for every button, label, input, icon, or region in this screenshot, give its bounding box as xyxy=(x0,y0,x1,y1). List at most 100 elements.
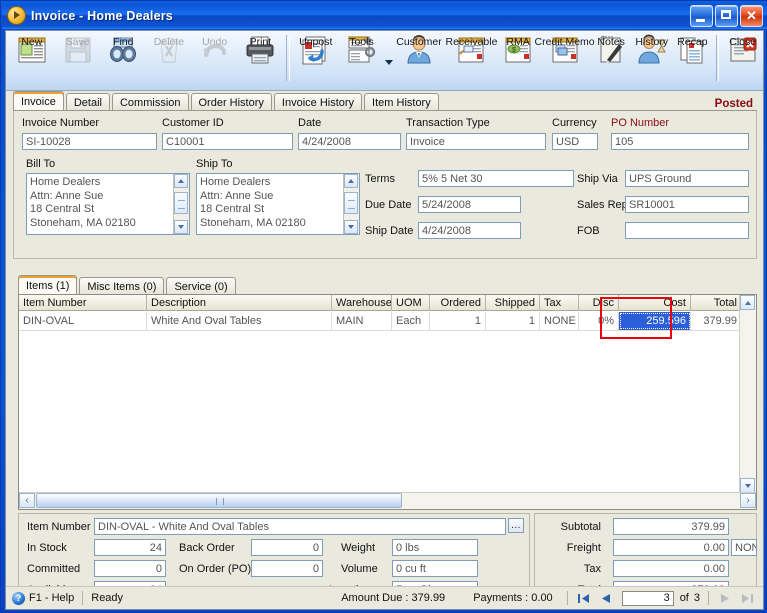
toolbar-button-new[interactable]: New xyxy=(9,31,55,89)
tab-detail[interactable]: Detail xyxy=(65,93,110,111)
toolbar-button-rma[interactable]: $ RMA xyxy=(498,31,539,89)
toolbar-button-save[interactable]: Save xyxy=(55,31,101,89)
weight-input[interactable]: 0 lbs xyxy=(392,539,478,556)
grid-tab-misc-items[interactable]: Misc Items (0) xyxy=(79,277,165,295)
item-number-detail-input[interactable]: DIN-OVAL - White And Oval Tables xyxy=(94,518,506,535)
first-record-button[interactable] xyxy=(576,590,592,606)
grid-header-uom[interactable]: UOM xyxy=(392,295,430,311)
last-record-button[interactable] xyxy=(739,590,755,606)
toolbar-button-receivable[interactable]: Receivable xyxy=(445,31,497,89)
bill-to-scroll-up-icon[interactable] xyxy=(174,174,188,188)
toolbar-label-rma: RMA xyxy=(506,36,530,48)
grid-header-description[interactable]: Description xyxy=(147,295,332,311)
grid-header-ordered[interactable]: Ordered xyxy=(430,295,486,311)
ship-via-input[interactable]: UPS Ground xyxy=(625,170,749,187)
close-button[interactable]: ✕ xyxy=(740,5,763,27)
freight-tax-code[interactable]: NON xyxy=(731,539,757,556)
grid-scroll-left-icon[interactable]: ‹ xyxy=(19,493,35,508)
cell-warehouse[interactable]: MAIN xyxy=(332,312,392,330)
currency-input[interactable]: USD xyxy=(552,133,598,150)
fob-input[interactable] xyxy=(625,222,749,239)
cell-tax[interactable]: NONE xyxy=(540,312,579,330)
committed-input[interactable]: 0 xyxy=(94,560,166,577)
invoice-number-input[interactable]: SI-10028 xyxy=(22,133,157,150)
cell-shipped[interactable]: 1 xyxy=(486,312,540,330)
on-order-po-input[interactable]: 0 xyxy=(251,560,323,577)
line-items-grid[interactable]: Item Number Description Warehouse UOM Or… xyxy=(18,294,757,510)
toolbar-button-tools[interactable]: Tools xyxy=(339,31,385,89)
bill-to-scroll-thumb[interactable] xyxy=(174,192,188,214)
toolbar-button-print[interactable]: Print xyxy=(238,31,284,89)
main-toolbar: New Save Find Delete Undo Print Unpost T… xyxy=(6,31,763,91)
grid-horizontal-scrollbar[interactable]: ‹ › xyxy=(19,492,756,509)
grid-scroll-up-icon[interactable] xyxy=(740,295,755,310)
in-stock-input[interactable]: 24 xyxy=(94,539,166,556)
bill-to-textarea[interactable]: Home Dealers Attn: Anne Sue 18 Central S… xyxy=(26,173,190,235)
date-input[interactable]: 4/24/2008 xyxy=(298,133,401,150)
grid-header-tax[interactable]: Tax xyxy=(540,295,579,311)
current-page-input[interactable]: 3 xyxy=(621,590,674,606)
due-date-input[interactable]: 5/24/2008 xyxy=(418,196,521,213)
toolbar-button-history[interactable]: History xyxy=(631,31,672,89)
table-row[interactable]: DIN-OVAL White And Oval Tables MAIN Each… xyxy=(19,312,756,331)
ship-to-scroll-thumb[interactable] xyxy=(344,192,358,214)
item-lookup-button[interactable]: ... xyxy=(508,518,524,533)
grid-tab-items[interactable]: Items (1) xyxy=(18,275,78,295)
cell-item-number[interactable]: DIN-OVAL xyxy=(19,312,147,330)
cell-ordered[interactable]: 1 xyxy=(430,312,486,330)
ship-to-scroll-down-icon[interactable] xyxy=(344,220,358,234)
grid-vertical-scrollbar[interactable] xyxy=(739,295,756,493)
cell-disc[interactable]: 0% xyxy=(579,312,619,330)
toolbar-button-find[interactable]: Find xyxy=(100,31,146,89)
sales-rep-input[interactable]: SR10001 xyxy=(625,196,749,213)
toolbar-button-undo[interactable]: Undo xyxy=(192,31,238,89)
grid-header-disc[interactable]: Disc xyxy=(579,295,619,311)
cell-cost-selected[interactable]: 259.596 xyxy=(619,312,691,330)
toolbar-button-notes[interactable]: Notes xyxy=(591,31,632,89)
tab-invoice-history[interactable]: Invoice History xyxy=(273,93,363,111)
back-order-input[interactable]: 0 xyxy=(251,539,323,556)
minimize-button[interactable] xyxy=(690,5,713,27)
tab-invoice[interactable]: Invoice xyxy=(13,91,64,111)
grid-scroll-down-icon[interactable] xyxy=(740,478,755,493)
tab-item-history[interactable]: Item History xyxy=(364,93,439,111)
grid-scroll-right-icon[interactable]: › xyxy=(740,493,756,508)
tab-commission[interactable]: Commission xyxy=(111,93,189,111)
toolbar-button-unpost[interactable]: Unpost xyxy=(293,31,339,89)
tab-order-history[interactable]: Order History xyxy=(190,93,272,111)
tools-dropdown-arrow-icon[interactable] xyxy=(384,31,393,89)
bill-to-scroll-down-icon[interactable] xyxy=(174,220,188,234)
freight-input[interactable]: 0.00 xyxy=(613,539,729,556)
volume-input[interactable]: 0 cu ft xyxy=(392,560,478,577)
transaction-type-input[interactable]: Invoice xyxy=(406,133,546,150)
po-number-input[interactable]: 105 xyxy=(611,133,749,150)
customer-id-input[interactable]: C10001 xyxy=(162,133,293,150)
previous-record-button[interactable] xyxy=(598,590,614,606)
grid-header-warehouse[interactable]: Warehouse xyxy=(332,295,392,311)
toolbar-button-close[interactable]: Close xyxy=(722,31,763,89)
toolbar-label-recap: Recap xyxy=(677,36,708,48)
toolbar-button-delete[interactable]: Delete xyxy=(146,31,192,89)
grid-hscroll-thumb[interactable] xyxy=(36,493,402,508)
grid-tab-service[interactable]: Service (0) xyxy=(166,277,236,295)
help-hint[interactable]: ? F1 - Help xyxy=(12,591,74,605)
bill-to-scrollbar[interactable] xyxy=(173,174,189,234)
toolbar-button-credit-memo[interactable]: Credit Memo xyxy=(535,31,595,89)
ship-to-scroll-up-icon[interactable] xyxy=(344,174,358,188)
grid-header-total[interactable]: Total xyxy=(691,295,741,311)
cell-uom[interactable]: Each xyxy=(392,312,430,330)
ship-to-scrollbar[interactable] xyxy=(343,174,359,234)
grid-header-shipped[interactable]: Shipped xyxy=(486,295,540,311)
title-bar[interactable]: Invoice - Home Dealers ✕ xyxy=(2,2,767,29)
cell-description[interactable]: White And Oval Tables xyxy=(147,312,332,330)
toolbar-button-customer[interactable]: Customer xyxy=(393,31,445,89)
terms-input[interactable]: 5% 5 Net 30 xyxy=(418,170,574,187)
next-record-button[interactable] xyxy=(717,590,733,606)
toolbar-button-recap[interactable]: Recap xyxy=(672,31,713,89)
grid-header-cost[interactable]: Cost xyxy=(619,295,691,311)
ship-date-input[interactable]: 4/24/2008 xyxy=(418,222,521,239)
ship-to-textarea[interactable]: Home Dealers Attn: Anne Sue 18 Central S… xyxy=(196,173,360,235)
maximize-button[interactable] xyxy=(715,5,738,27)
cell-total[interactable]: 379.99 xyxy=(691,312,741,330)
grid-header-item-number[interactable]: Item Number xyxy=(19,295,147,311)
